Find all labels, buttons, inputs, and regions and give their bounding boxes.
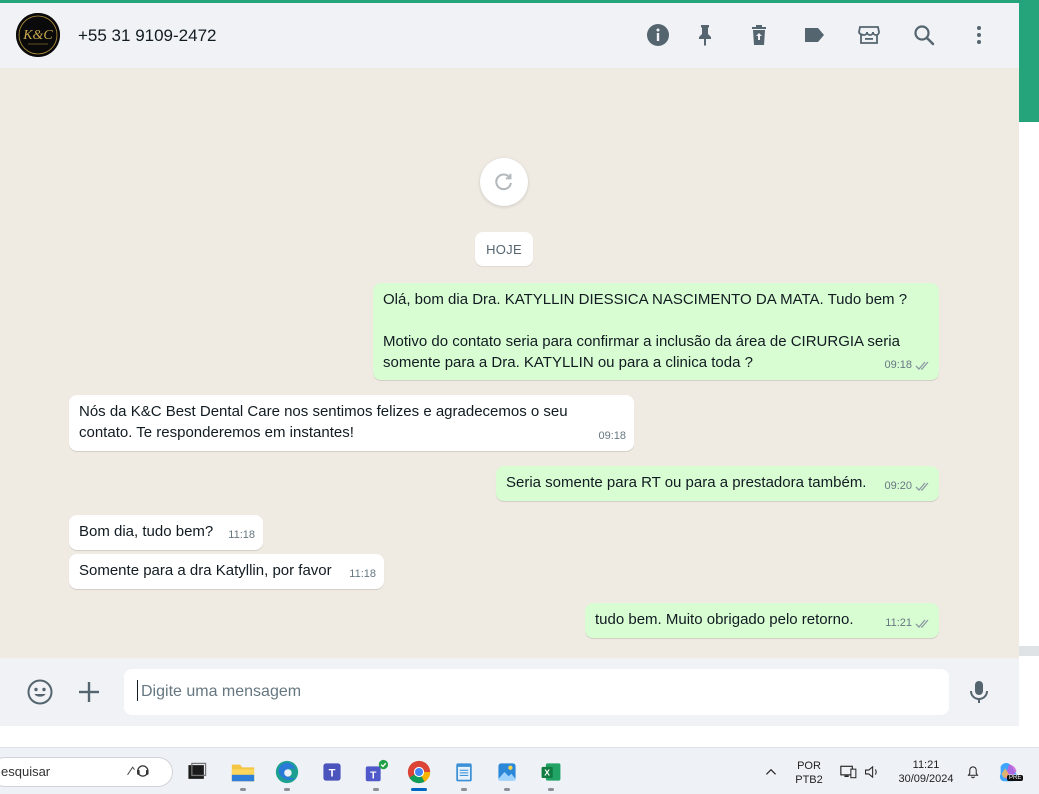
active-indicator	[411, 788, 427, 791]
day-separator: HOJE	[475, 232, 533, 266]
svg-text:T: T	[329, 767, 336, 779]
text-caret	[137, 680, 138, 701]
message-time: 09:20	[884, 480, 912, 492]
windows-taskbar: esquisar T T X POR PTB2 11:21 30/09/2024…	[0, 747, 1039, 794]
message-meta: 11:18	[349, 564, 376, 585]
message-incoming[interactable]: Somente para a dra Katyllin, por favor 1…	[69, 554, 384, 589]
message-incoming[interactable]: Bom dia, tudo bem? 11:18	[69, 515, 263, 550]
contact-name[interactable]: +55 31 9109-2472	[78, 26, 217, 46]
message-incoming[interactable]: Nós da K&C Best Dental Care nos sentimos…	[69, 395, 634, 451]
contact-avatar[interactable]: K&C	[16, 13, 60, 57]
chrome-icon[interactable]	[405, 758, 433, 786]
message-time: 09:18	[598, 430, 626, 442]
chat-messages-area[interactable]: HOJE Olá, bom dia Dra. KATYLLIN DIESSICA…	[0, 68, 1019, 658]
teams-classic-icon[interactable]: T	[318, 758, 346, 786]
emoji-icon[interactable]	[26, 678, 54, 706]
message-time: 11:21	[885, 617, 912, 629]
pin-icon[interactable]	[692, 22, 718, 48]
svg-text:K&C: K&C	[22, 28, 53, 43]
kc-logo-icon: K&C	[16, 13, 60, 57]
running-indicator	[548, 788, 554, 791]
whatsapp-window: K&C +55 31 9109-2472 HOJE Olá, bom dia D…	[0, 3, 1019, 726]
copilot-badge: PRE	[1007, 775, 1024, 781]
photos-icon[interactable]	[493, 758, 521, 786]
clock-time: 11:21	[912, 759, 940, 771]
scrollbar-segment	[1019, 646, 1039, 656]
message-text: Somente para a dra Katyllin, por favor	[79, 562, 332, 579]
store-icon[interactable]	[856, 22, 882, 48]
message-time: 11:18	[349, 568, 376, 580]
search-highlight-icon[interactable]	[125, 757, 153, 785]
search-icon[interactable]	[911, 22, 937, 48]
message-input[interactable]	[124, 669, 949, 715]
svg-text:T: T	[370, 771, 377, 782]
delete-icon[interactable]	[746, 22, 772, 48]
input-language[interactable]: POR PTB2	[793, 759, 825, 787]
message-outgoing[interactable]: Olá, bom dia Dra. KATYLLIN DIESSICA NASC…	[373, 283, 939, 380]
refresh-icon	[495, 173, 512, 191]
read-ticks-icon	[915, 361, 929, 370]
running-indicator	[373, 788, 379, 791]
svg-text:X: X	[544, 767, 550, 777]
message-outgoing[interactable]: tudo bem. Muito obrigado pelo retorno. 1…	[585, 603, 939, 638]
message-time: 11:18	[228, 529, 255, 541]
chat-header: K&C +55 31 9109-2472	[0, 3, 1019, 68]
label-icon[interactable]	[801, 22, 827, 48]
load-older-messages-button[interactable]	[480, 158, 528, 206]
volume-icon[interactable]	[858, 758, 886, 786]
message-meta: 09:18	[598, 426, 626, 447]
keyboard-layout: PTB2	[795, 774, 823, 786]
clock-date: 30/09/2024	[898, 773, 954, 785]
taskbar-clock[interactable]: 11:21 30/09/2024	[890, 758, 962, 786]
running-indicator	[284, 788, 290, 791]
read-ticks-icon	[915, 619, 929, 628]
message-text: tudo bem. Muito obrigado pelo retorno.	[595, 611, 854, 628]
microphone-icon[interactable]	[965, 678, 993, 706]
chevron-up-icon[interactable]	[757, 758, 785, 786]
attach-plus-icon[interactable]	[75, 678, 103, 706]
scrollbar-thumb[interactable]	[1019, 3, 1039, 122]
message-outgoing[interactable]: Seria somente para RT ou para a prestado…	[496, 466, 939, 501]
edge-browser-icon[interactable]	[273, 758, 301, 786]
message-meta: 11:18	[228, 525, 255, 546]
task-view-icon[interactable]	[183, 758, 211, 786]
file-explorer-icon[interactable]	[229, 758, 257, 786]
message-meta: 11:21	[885, 613, 931, 634]
message-time: 09:18	[884, 359, 912, 371]
message-text: Bom dia, tudo bem?	[79, 523, 214, 540]
excel-icon[interactable]: X	[537, 758, 565, 786]
message-meta: 09:20	[884, 476, 931, 497]
teams-icon[interactable]: T	[362, 758, 390, 786]
copilot-icon[interactable]: PRE	[995, 758, 1024, 786]
taskbar-search-text: esquisar	[1, 764, 51, 779]
message-text: Olá, bom dia Dra. KATYLLIN DIESSICA NASC…	[383, 291, 908, 371]
message-text: Seria somente para RT ou para a prestado…	[506, 474, 867, 491]
language-code: POR	[797, 760, 821, 772]
info-icon[interactable]	[645, 22, 671, 48]
running-indicator	[240, 788, 246, 791]
read-ticks-icon	[915, 482, 929, 491]
message-meta: 09:18	[884, 355, 931, 376]
menu-icon[interactable]	[966, 22, 992, 48]
notepad-icon[interactable]	[450, 758, 478, 786]
message-composer	[0, 658, 1019, 726]
running-indicator	[504, 788, 510, 791]
running-indicator	[461, 788, 467, 791]
notification-bell-icon[interactable]	[959, 758, 987, 786]
message-text: Nós da K&C Best Dental Care nos sentimos…	[79, 403, 572, 441]
